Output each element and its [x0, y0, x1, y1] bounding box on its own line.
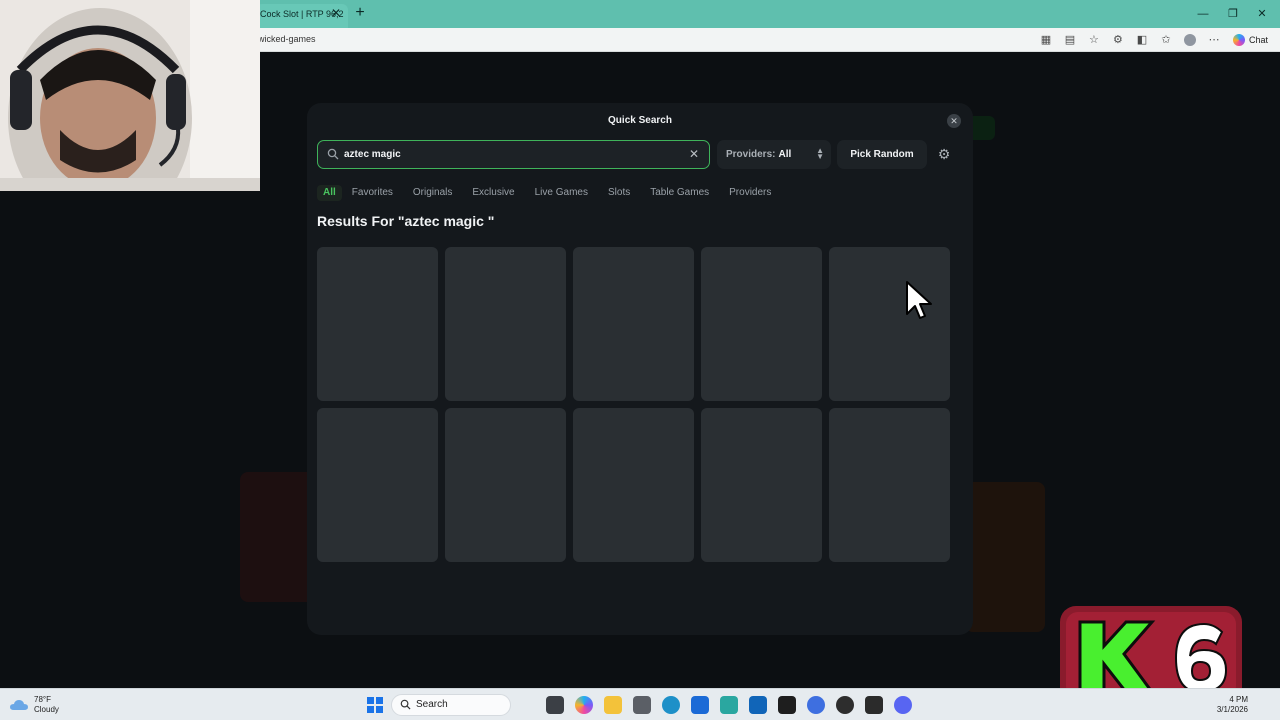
providers-value: All [778, 149, 792, 160]
modal-title: Quick Search [608, 115, 672, 126]
tab-close-icon[interactable]: ✕ [330, 6, 342, 20]
gear-icon[interactable]: ⚙ [933, 140, 955, 169]
game-card-placeholder[interactable] [829, 247, 950, 401]
results-title: Results For "aztec magic " [317, 213, 495, 229]
providers-dropdown[interactable]: Providers: All ▲ ▼ [717, 140, 831, 169]
new-tab-button[interactable]: + [352, 5, 368, 21]
edge-icon[interactable] [662, 696, 680, 714]
discord-icon[interactable] [894, 696, 912, 714]
providers-label-text: Providers: [726, 149, 776, 160]
webcam-person-image [0, 0, 260, 191]
url-text[interactable]: wicked-games [258, 34, 316, 44]
cloud-icon [10, 700, 28, 710]
dropbox-icon[interactable] [691, 696, 709, 714]
chat-label: Chat [1248, 35, 1268, 45]
tab-providers[interactable]: Providers [719, 187, 781, 201]
game-card-placeholder[interactable] [573, 408, 694, 562]
close-icon[interactable]: ✕ [947, 114, 961, 128]
weather-temp: 78°F [34, 695, 51, 704]
providers-label: Providers: All [726, 149, 791, 160]
game-card-placeholder[interactable] [445, 247, 566, 401]
weather-desc: Cloudy [34, 705, 59, 714]
split-screen-icon[interactable]: ◧ [1133, 31, 1151, 49]
game-card-placeholder[interactable] [701, 247, 822, 401]
game-card-placeholder[interactable] [317, 408, 438, 562]
app-icon[interactable] [720, 696, 738, 714]
search-input[interactable] [344, 141, 684, 168]
outlook-icon[interactable] [749, 696, 767, 714]
file-explorer-icon[interactable] [604, 696, 622, 714]
category-tabs: All Favorites Originals Exclusive Live G… [317, 185, 781, 201]
search-icon [327, 148, 339, 160]
more-icon[interactable]: ⋯ [1205, 31, 1223, 49]
favorites-icon[interactable]: ✩ [1157, 31, 1175, 49]
extension-icon[interactable]: ⚙ [1109, 31, 1127, 49]
weather-text: 78°F Cloudy [34, 695, 59, 715]
restore-icon[interactable]: ❐ [1225, 6, 1241, 22]
weather-widget[interactable]: 78°F Cloudy [10, 695, 59, 715]
sort-arrows-icon: ▲ ▼ [816, 146, 824, 161]
obs-icon[interactable] [836, 696, 854, 714]
copilot-app-icon[interactable] [575, 696, 593, 714]
results-grid [317, 247, 950, 562]
clock-time: 4 PM [1229, 695, 1248, 704]
quick-search-modal: Quick Search ✕ ✕ Providers:All ▲▼ Pick R… [307, 103, 973, 635]
mouse-cursor-icon [906, 281, 932, 319]
clear-search-icon[interactable]: ✕ [688, 148, 700, 160]
profile-icon[interactable] [1181, 31, 1199, 49]
app-grid-icon[interactable]: ▦ [1037, 31, 1055, 49]
youtube-icon[interactable] [778, 696, 796, 714]
copilot-chat-button[interactable]: Chat [1229, 31, 1272, 49]
toolbar-icons: ▦ ▤ ☆ ⚙ ◧ ✩ ⋯ Chat [1037, 31, 1272, 49]
clock-date: 3/1/2026 [1216, 705, 1248, 714]
copilot-icon [1232, 34, 1245, 46]
webcam-overlay [0, 0, 260, 191]
game-card-placeholder[interactable] [701, 408, 822, 562]
clock[interactable]: 4 PM 3/1/2026 [1217, 695, 1248, 715]
backdrop-thumb [965, 482, 1045, 632]
game-card-placeholder[interactable] [573, 247, 694, 401]
task-view-icon[interactable] [546, 696, 564, 714]
store-icon[interactable] [633, 696, 651, 714]
app-icon[interactable] [807, 696, 825, 714]
search-box[interactable]: ✕ [317, 140, 710, 169]
tab-originals[interactable]: Originals [403, 187, 462, 201]
favorite-star-icon[interactable]: ☆ [1085, 31, 1103, 49]
tab-slots[interactable]: Slots [598, 187, 640, 201]
tab-table-games[interactable]: Table Games [640, 187, 719, 201]
search-icon [400, 699, 411, 710]
minimize-icon[interactable]: — [1195, 6, 1211, 22]
windows-taskbar: 78°F Cloudy Search 4 PM 3/1/2026 [0, 688, 1280, 720]
tab-favorites[interactable]: Favorites [342, 187, 403, 201]
game-card-placeholder[interactable] [317, 247, 438, 401]
pick-random-button[interactable]: Pick Random [837, 140, 927, 169]
tab-exclusive[interactable]: Exclusive [462, 187, 524, 201]
notion-icon[interactable] [865, 696, 883, 714]
tab-live-games[interactable]: Live Games [525, 187, 598, 201]
taskbar-search[interactable]: Search [391, 694, 511, 716]
game-card-placeholder[interactable] [445, 408, 566, 562]
reader-icon[interactable]: ▤ [1061, 31, 1079, 49]
close-window-icon[interactable]: ✕ [1254, 6, 1270, 22]
taskbar-search-label: Search [416, 699, 448, 710]
tab-all[interactable]: All [317, 185, 342, 201]
windows-start-icon[interactable] [367, 697, 383, 713]
game-card-placeholder[interactable] [829, 408, 950, 562]
